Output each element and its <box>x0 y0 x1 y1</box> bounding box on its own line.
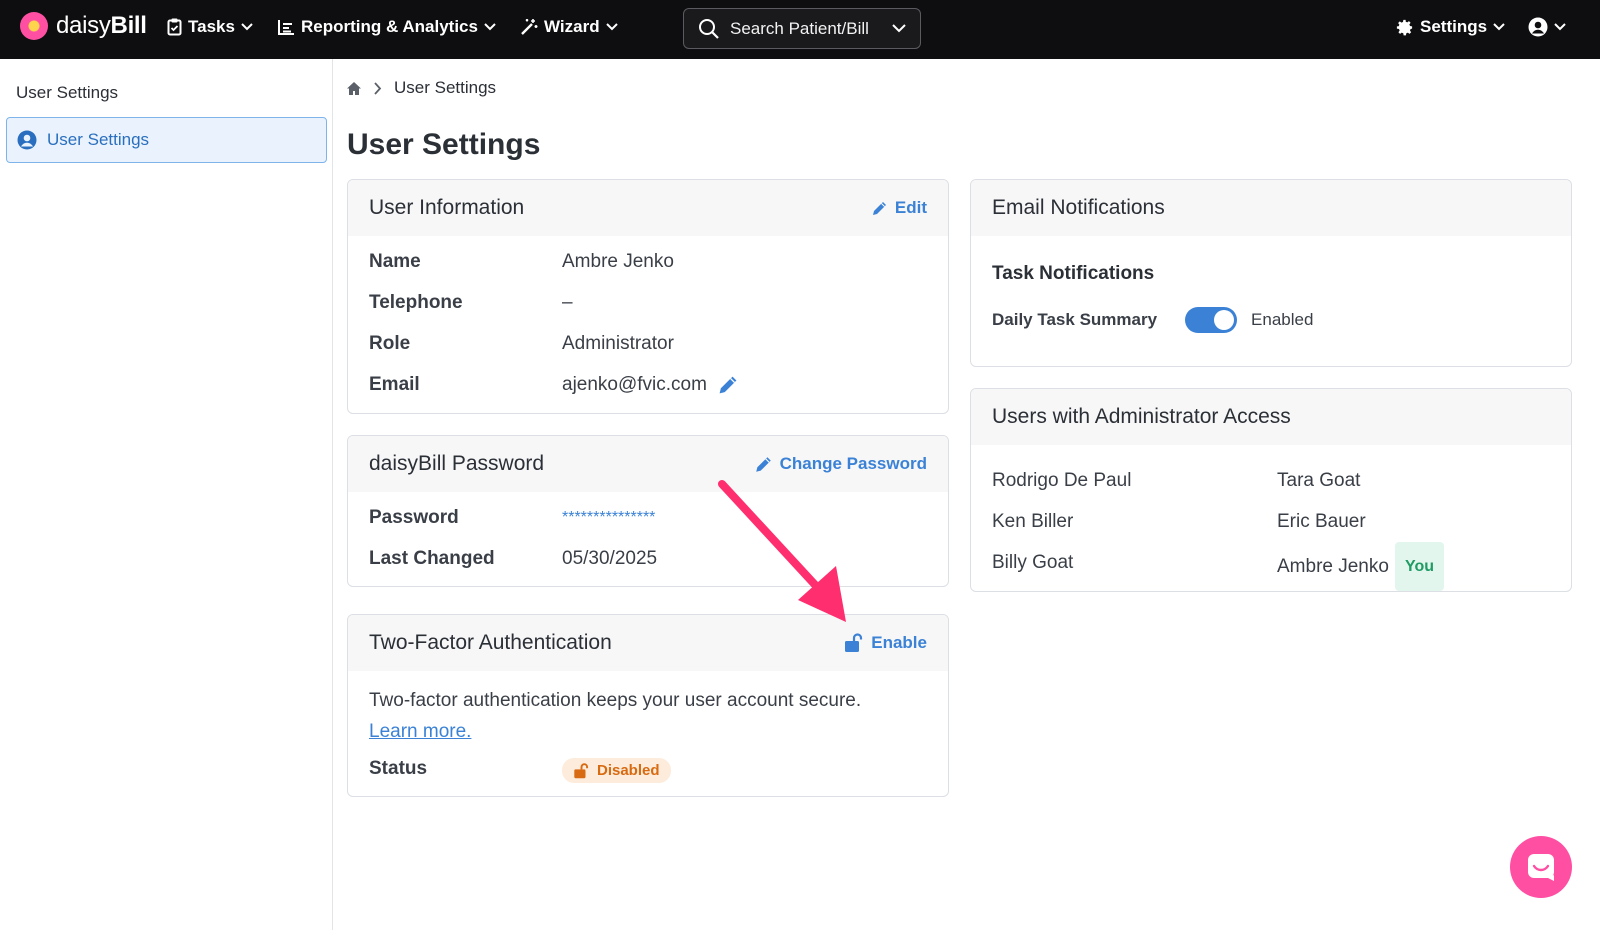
list-item: Tara Goat <box>1277 470 1361 491</box>
user-circle-icon <box>17 130 37 150</box>
enable-two-factor-button[interactable]: Enable <box>844 633 927 653</box>
list-item: Rodrigo De Paul <box>992 470 1132 491</box>
info-row: Name Ambre Jenko <box>369 251 674 272</box>
breadcrumb-current: User Settings <box>394 78 497 97</box>
user-information-card: User Information Edit Name Ambre Jenko T… <box>347 179 949 414</box>
home-icon[interactable] <box>346 81 362 96</box>
two-factor-card: Two-Factor Authentication Enable Two-fac… <box>347 614 949 797</box>
pencil-icon[interactable] <box>717 374 739 396</box>
chart-icon <box>278 20 294 35</box>
annotation-arrow <box>718 480 846 622</box>
pencil-icon <box>872 201 886 215</box>
sidebar-item-user-settings[interactable]: User Settings <box>6 117 327 163</box>
breadcrumb: User Settings <box>346 78 496 98</box>
list-item: Ken Biller <box>992 511 1074 532</box>
magic-wand-icon <box>521 19 538 35</box>
chevron-down-icon <box>484 23 496 31</box>
info-row: Telephone – <box>369 292 573 313</box>
chevron-down-icon <box>1493 23 1505 31</box>
chevron-down-icon <box>605 23 618 31</box>
user-circle-icon <box>1528 17 1548 37</box>
info-row: Email ajenko@fvic.com <box>369 374 739 396</box>
clipboard-icon <box>167 18 182 36</box>
sidebar-item-label: User Settings <box>47 130 150 149</box>
page-title: User Settings <box>347 128 541 161</box>
info-row: Password *************** <box>369 507 656 528</box>
nav-wizard[interactable]: Wizard <box>520 17 618 37</box>
email-notifications-card: Email Notifications Task Notifications D… <box>970 179 1572 367</box>
sidebar: User Settings User Settings <box>0 59 333 930</box>
search-patient-bill[interactable]: Search Patient/Bill <box>683 8 921 49</box>
info-row: Role Administrator <box>369 333 674 354</box>
password-title: daisyBill Password <box>369 452 545 475</box>
list-item: Billy Goat <box>992 552 1074 573</box>
nav-reporting-analytics[interactable]: Reporting & Analytics <box>278 17 496 37</box>
two-factor-title: Two-Factor Authentication <box>369 631 612 654</box>
password-mask: *************** <box>562 509 656 526</box>
daily-task-summary-toggle[interactable] <box>1185 307 1238 333</box>
nav-tasks[interactable]: Tasks <box>167 17 253 37</box>
task-notifications-heading: Task Notifications <box>992 263 1155 284</box>
nav-settings[interactable]: Settings <box>1395 17 1505 37</box>
chevron-down-icon <box>892 24 906 33</box>
search-placeholder: Search Patient/Bill <box>730 18 869 38</box>
administrator-access-card: Users with Administrator Access Rodrigo … <box>970 388 1572 592</box>
admin-list-right: Tara Goat Eric Bauer Ambre Jenko You <box>1277 460 1444 591</box>
gear-icon <box>1396 19 1413 35</box>
email-notifications-title: Email Notifications <box>992 196 1165 219</box>
chevron-right-icon <box>374 81 382 95</box>
chat-icon <box>1528 854 1554 881</box>
daisy-flower-icon <box>20 12 48 40</box>
chevron-down-icon <box>1554 23 1566 31</box>
search-icon <box>699 18 719 39</box>
email-value: ajenko@fvic.com <box>562 374 707 395</box>
administrator-access-title: Users with Administrator Access <box>992 405 1291 428</box>
admin-list-left: Rodrigo De Paul Ken Biller Billy Goat <box>992 460 1131 583</box>
learn-more-link[interactable]: Learn more. <box>369 721 471 742</box>
you-badge: You <box>1394 542 1444 591</box>
sidebar-title: User Settings <box>16 83 119 102</box>
list-item: Eric Bauer <box>1277 511 1366 532</box>
unlock-icon <box>574 762 589 778</box>
info-row: Last Changed 05/30/2025 <box>369 548 658 569</box>
status-row: Status Disabled <box>369 758 671 783</box>
unlock-icon <box>845 633 863 652</box>
two-factor-description: Two-factor authentication keeps your use… <box>369 690 862 742</box>
user-menu[interactable] <box>1528 17 1566 37</box>
top-nav: daisyBill Tasks Reporting & Analytics Wi… <box>0 0 1600 59</box>
daily-task-summary-row: Daily Task Summary Enabled <box>992 307 1313 333</box>
daisybill-logo[interactable]: daisyBill <box>20 12 147 40</box>
chevron-down-icon <box>241 23 253 31</box>
status-badge: Disabled <box>562 758 671 783</box>
user-information-title: User Information <box>369 196 525 219</box>
chat-launcher-button[interactable] <box>1510 836 1572 898</box>
list-item: Ambre Jenko You <box>1277 542 1444 591</box>
edit-user-button[interactable]: Edit <box>871 198 927 218</box>
